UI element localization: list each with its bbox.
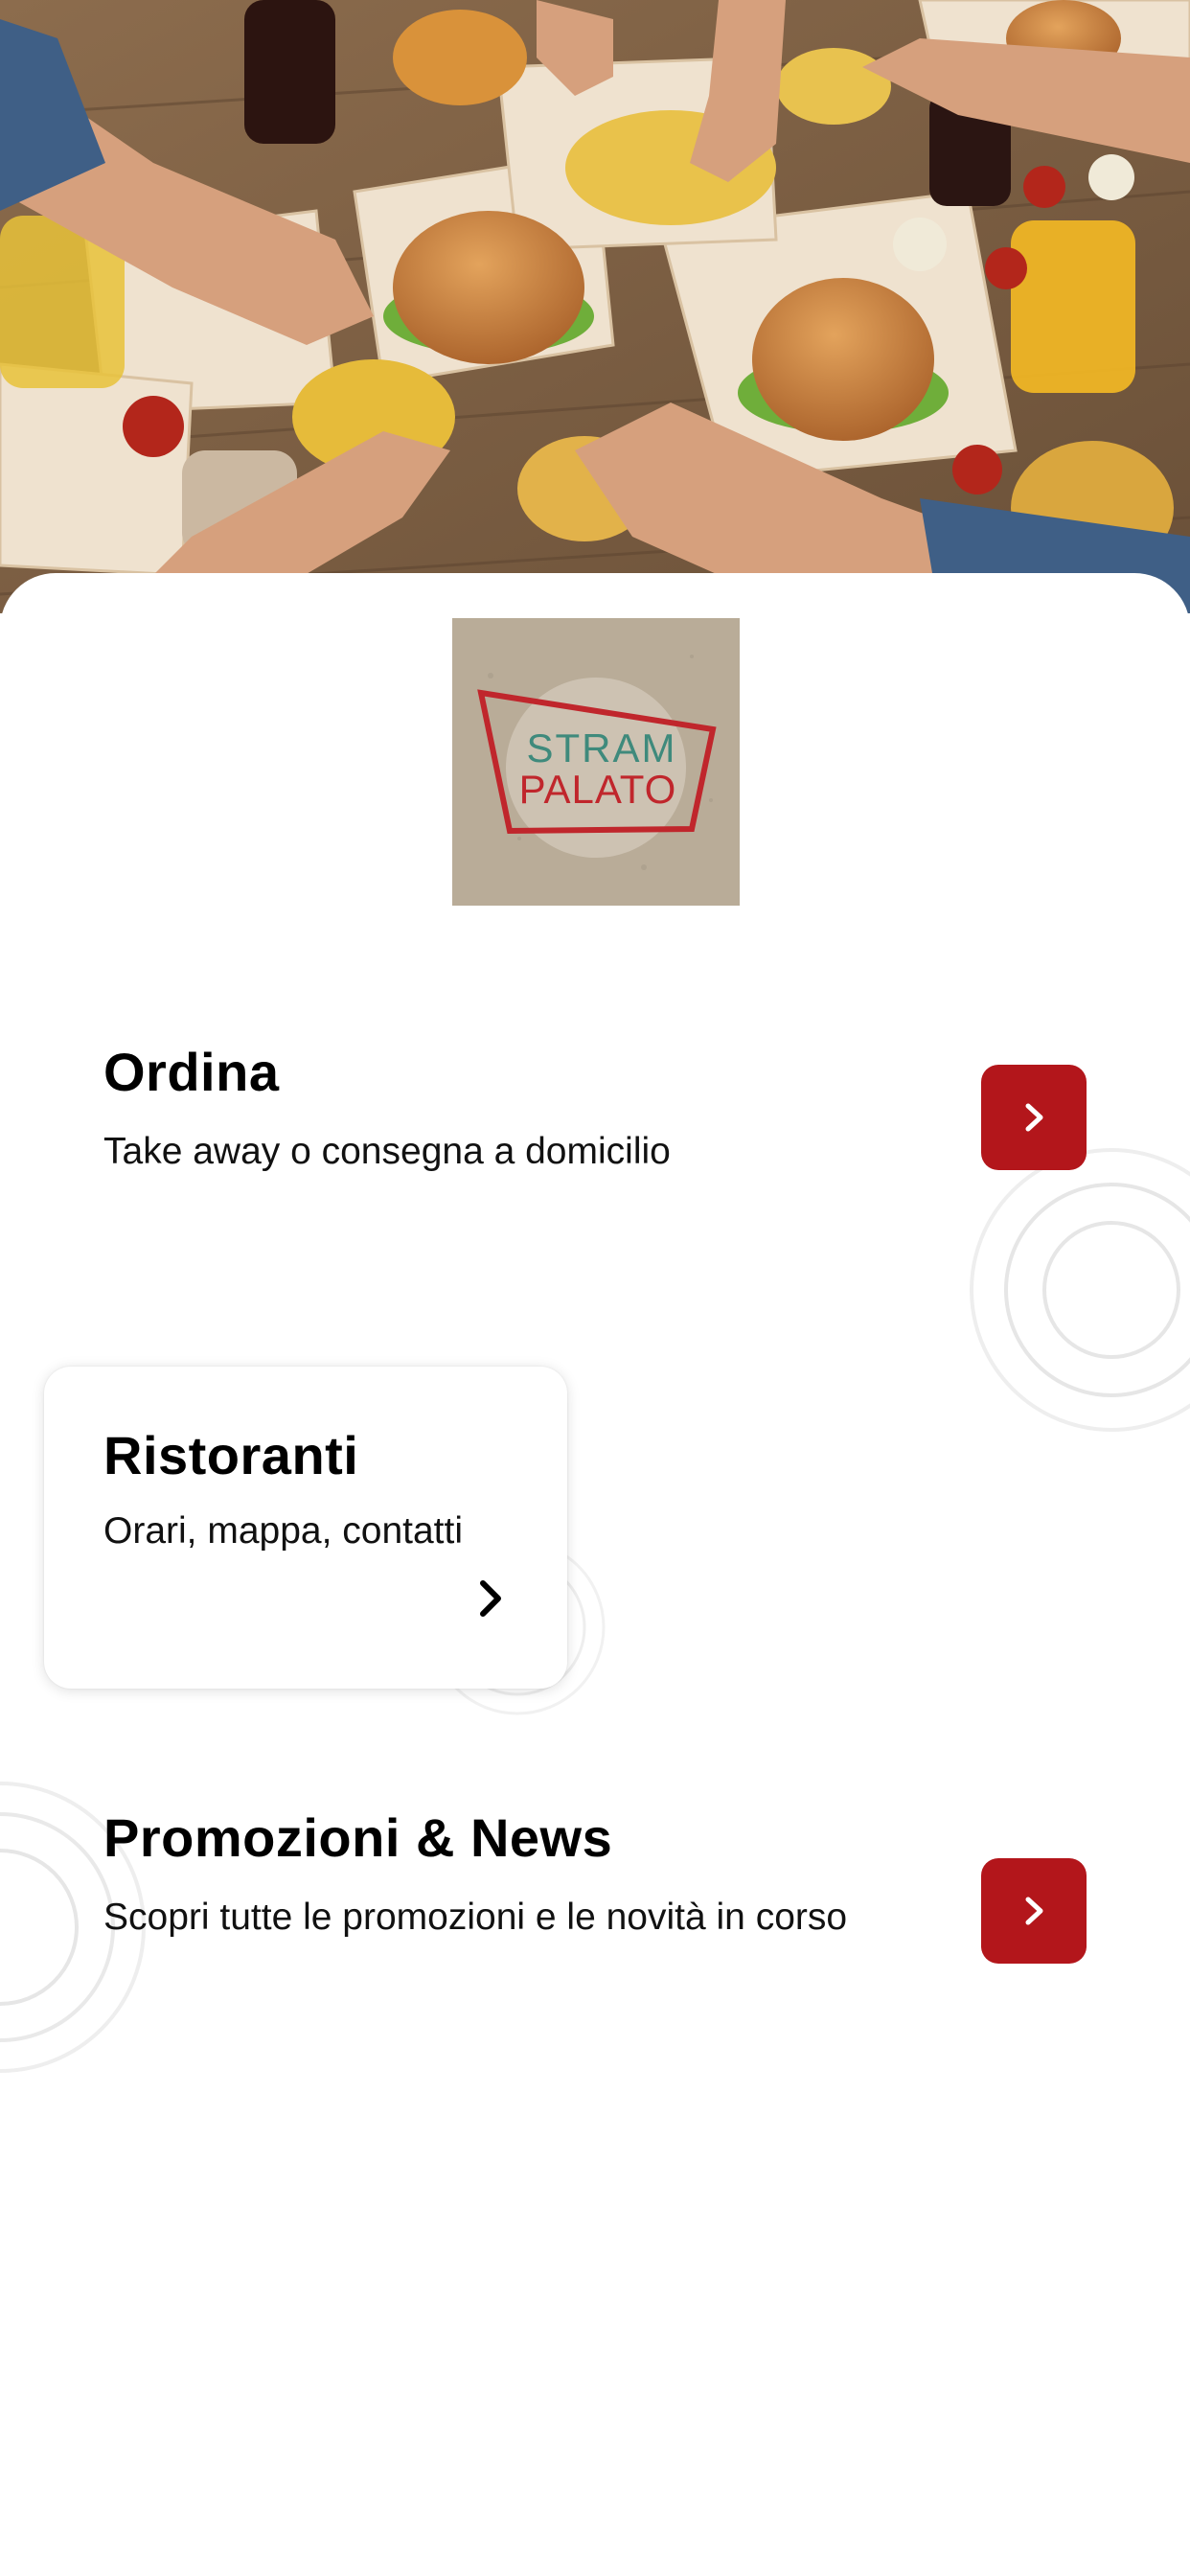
- menu-item-order[interactable]: Ordina Take away o consegna a domicilio: [103, 1041, 870, 1181]
- menu-item-promotions[interactable]: Promozioni & News Scopri tutte le promoz…: [103, 1806, 851, 1946]
- chevron-right-icon[interactable]: [471, 1577, 510, 1620]
- promotions-arrow-button[interactable]: [981, 1858, 1087, 1964]
- order-title: Ordina: [103, 1042, 280, 1102]
- order-subtitle: Take away o consegna a domicilio: [103, 1131, 671, 1172]
- chevron-right-icon: [1025, 1897, 1043, 1925]
- content-sheet: STRAM PALATO Ordina Take away o consegna…: [0, 573, 1190, 2576]
- svg-text:STRAM: STRAM: [527, 725, 677, 770]
- restaurants-subtitle: Orari, mappa, contatti: [103, 1510, 463, 1552]
- promotions-title: Promozioni & News: [103, 1807, 613, 1868]
- decorative-rings-right: [970, 1148, 1190, 1432]
- chevron-right-icon: [1025, 1103, 1043, 1132]
- hero-image: [0, 0, 1190, 613]
- order-arrow-button[interactable]: [981, 1065, 1087, 1170]
- brand-logo: STRAM PALATO: [452, 618, 740, 906]
- svg-text:PALATO: PALATO: [519, 767, 677, 812]
- promotions-subtitle: Scopri tutte le promozioni e le novità i…: [103, 1897, 848, 1938]
- restaurants-title: Ristoranti: [103, 1425, 359, 1485]
- menu-item-restaurants[interactable]: Ristoranti Orari, mappa, contatti: [44, 1367, 567, 1689]
